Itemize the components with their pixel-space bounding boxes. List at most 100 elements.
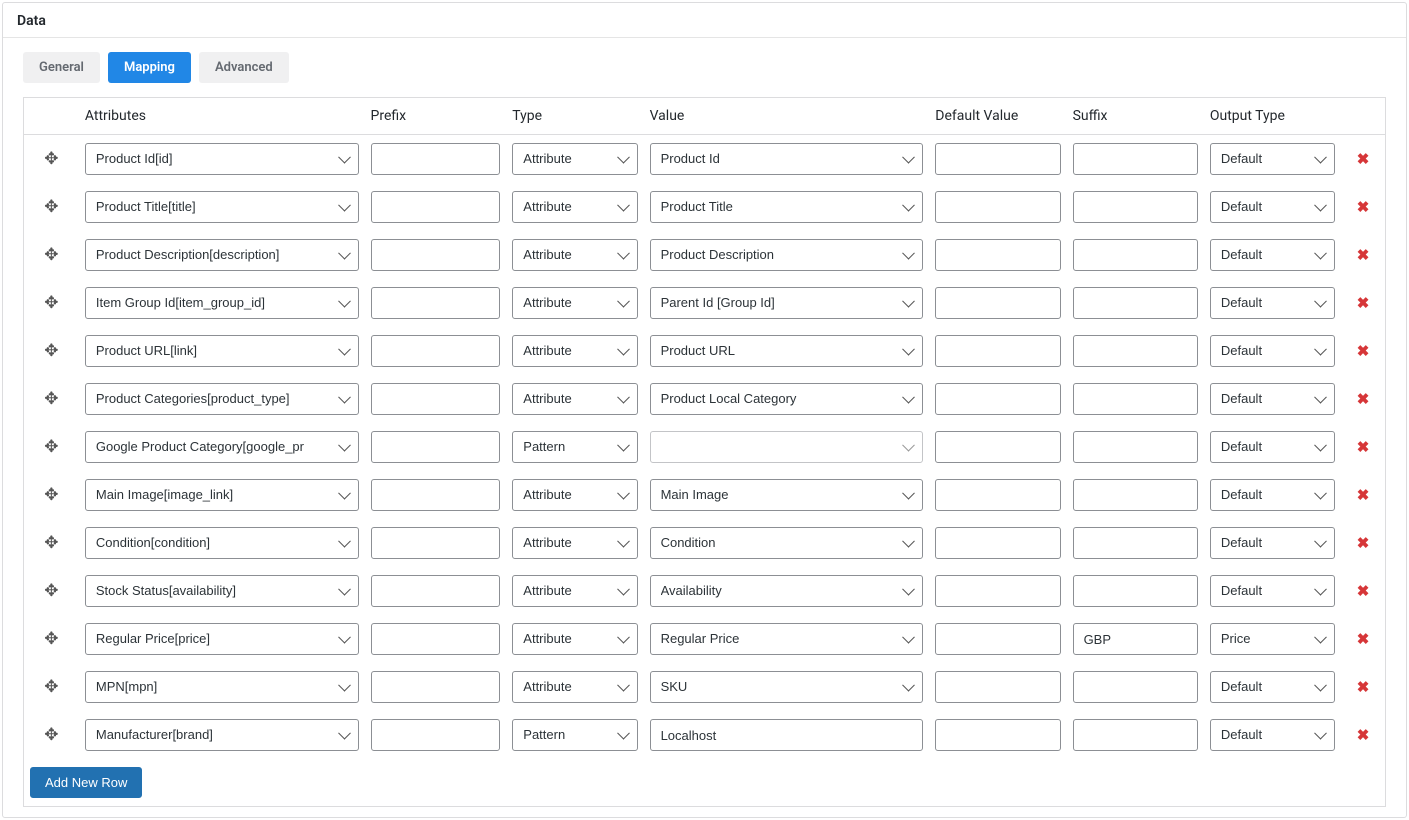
attribute-select[interactable]: Regular Price[price] <box>85 623 359 655</box>
attribute-select[interactable]: Product URL[link] <box>85 335 359 367</box>
tab-advanced[interactable]: Advanced <box>199 52 289 83</box>
attribute-select[interactable]: Product Categories[product_type] <box>85 383 359 415</box>
attribute-select[interactable]: Stock Status[availability] <box>85 575 359 607</box>
attribute-select[interactable]: Condition[condition] <box>85 527 359 559</box>
suffix-input[interactable] <box>1073 191 1198 223</box>
value-select[interactable]: SKU <box>650 671 924 703</box>
tab-general[interactable]: General <box>23 52 100 83</box>
suffix-input[interactable] <box>1073 623 1198 655</box>
default-value-input[interactable] <box>935 239 1060 271</box>
delete-row-icon[interactable]: ✖ <box>1341 423 1385 471</box>
delete-row-icon[interactable]: ✖ <box>1341 279 1385 327</box>
drag-handle-icon[interactable]: ✥ <box>24 135 79 184</box>
prefix-input[interactable] <box>371 191 501 223</box>
default-value-input[interactable] <box>935 479 1060 511</box>
drag-handle-icon[interactable]: ✥ <box>24 279 79 327</box>
drag-handle-icon[interactable]: ✥ <box>24 519 79 567</box>
add-new-row-button[interactable]: Add New Row <box>30 767 142 798</box>
delete-row-icon[interactable]: ✖ <box>1341 615 1385 663</box>
type-select[interactable]: Attribute <box>512 527 637 559</box>
output-type-select[interactable]: Default <box>1210 191 1335 223</box>
drag-handle-icon[interactable]: ✥ <box>24 663 79 711</box>
output-type-select[interactable]: Default <box>1210 719 1335 751</box>
attribute-select[interactable]: Manufacturer[brand] <box>85 719 359 751</box>
attribute-select[interactable]: Main Image[image_link] <box>85 479 359 511</box>
value-select[interactable]: Product Local Category <box>650 383 924 415</box>
value-input[interactable] <box>650 719 924 751</box>
delete-row-icon[interactable]: ✖ <box>1341 327 1385 375</box>
delete-row-icon[interactable]: ✖ <box>1341 471 1385 519</box>
default-value-input[interactable] <box>935 335 1060 367</box>
output-type-select[interactable]: Default <box>1210 479 1335 511</box>
output-type-select[interactable]: Default <box>1210 575 1335 607</box>
output-type-select[interactable]: Default <box>1210 335 1335 367</box>
type-select[interactable]: Attribute <box>512 191 637 223</box>
prefix-input[interactable] <box>371 527 501 559</box>
prefix-input[interactable] <box>371 383 501 415</box>
drag-handle-icon[interactable]: ✥ <box>24 423 79 471</box>
default-value-input[interactable] <box>935 143 1060 175</box>
default-value-input[interactable] <box>935 671 1060 703</box>
default-value-input[interactable] <box>935 191 1060 223</box>
type-select[interactable]: Attribute <box>512 671 637 703</box>
default-value-input[interactable] <box>935 431 1060 463</box>
attribute-select[interactable]: Google Product Category[google_pr <box>85 431 359 463</box>
suffix-input[interactable] <box>1073 719 1198 751</box>
type-select[interactable]: Pattern <box>512 719 637 751</box>
suffix-input[interactable] <box>1073 143 1198 175</box>
delete-row-icon[interactable]: ✖ <box>1341 375 1385 423</box>
default-value-input[interactable] <box>935 287 1060 319</box>
default-value-input[interactable] <box>935 719 1060 751</box>
output-type-select[interactable]: Default <box>1210 143 1335 175</box>
prefix-input[interactable] <box>371 623 501 655</box>
value-select[interactable]: Main Image <box>650 479 924 511</box>
prefix-input[interactable] <box>371 671 501 703</box>
default-value-input[interactable] <box>935 575 1060 607</box>
prefix-input[interactable] <box>371 479 501 511</box>
output-type-select[interactable]: Default <box>1210 239 1335 271</box>
value-select[interactable]: Product Description <box>650 239 924 271</box>
type-select[interactable]: Attribute <box>512 575 637 607</box>
output-type-select[interactable]: Default <box>1210 431 1335 463</box>
drag-handle-icon[interactable]: ✥ <box>24 567 79 615</box>
value-select[interactable]: Parent Id [Group Id] <box>650 287 924 319</box>
suffix-input[interactable] <box>1073 479 1198 511</box>
value-select[interactable]: Product Title <box>650 191 924 223</box>
value-select[interactable]: Condition <box>650 527 924 559</box>
output-type-select[interactable]: Default <box>1210 383 1335 415</box>
output-type-select[interactable]: Default <box>1210 671 1335 703</box>
output-type-select[interactable]: Default <box>1210 287 1335 319</box>
drag-handle-icon[interactable]: ✥ <box>24 711 79 759</box>
drag-handle-icon[interactable]: ✥ <box>24 615 79 663</box>
attribute-select[interactable]: Item Group Id[item_group_id] <box>85 287 359 319</box>
prefix-input[interactable] <box>371 719 501 751</box>
default-value-input[interactable] <box>935 383 1060 415</box>
output-type-select[interactable]: Default <box>1210 527 1335 559</box>
suffix-input[interactable] <box>1073 671 1198 703</box>
type-select[interactable]: Attribute <box>512 623 637 655</box>
attribute-select[interactable]: Product Id[id] <box>85 143 359 175</box>
drag-handle-icon[interactable]: ✥ <box>24 183 79 231</box>
suffix-input[interactable] <box>1073 527 1198 559</box>
suffix-input[interactable] <box>1073 287 1198 319</box>
type-select[interactable]: Attribute <box>512 479 637 511</box>
default-value-input[interactable] <box>935 623 1060 655</box>
type-select[interactable]: Pattern <box>512 431 637 463</box>
suffix-input[interactable] <box>1073 431 1198 463</box>
drag-handle-icon[interactable]: ✥ <box>24 327 79 375</box>
prefix-input[interactable] <box>371 431 501 463</box>
suffix-input[interactable] <box>1073 239 1198 271</box>
type-select[interactable]: Attribute <box>512 287 637 319</box>
drag-handle-icon[interactable]: ✥ <box>24 471 79 519</box>
drag-handle-icon[interactable]: ✥ <box>24 375 79 423</box>
type-select[interactable]: Attribute <box>512 239 637 271</box>
value-select[interactable] <box>650 431 924 463</box>
type-select[interactable]: Attribute <box>512 383 637 415</box>
prefix-input[interactable] <box>371 143 501 175</box>
type-select[interactable]: Attribute <box>512 143 637 175</box>
delete-row-icon[interactable]: ✖ <box>1341 711 1385 759</box>
value-select[interactable]: Availability <box>650 575 924 607</box>
delete-row-icon[interactable]: ✖ <box>1341 231 1385 279</box>
value-select[interactable]: Product URL <box>650 335 924 367</box>
delete-row-icon[interactable]: ✖ <box>1341 183 1385 231</box>
